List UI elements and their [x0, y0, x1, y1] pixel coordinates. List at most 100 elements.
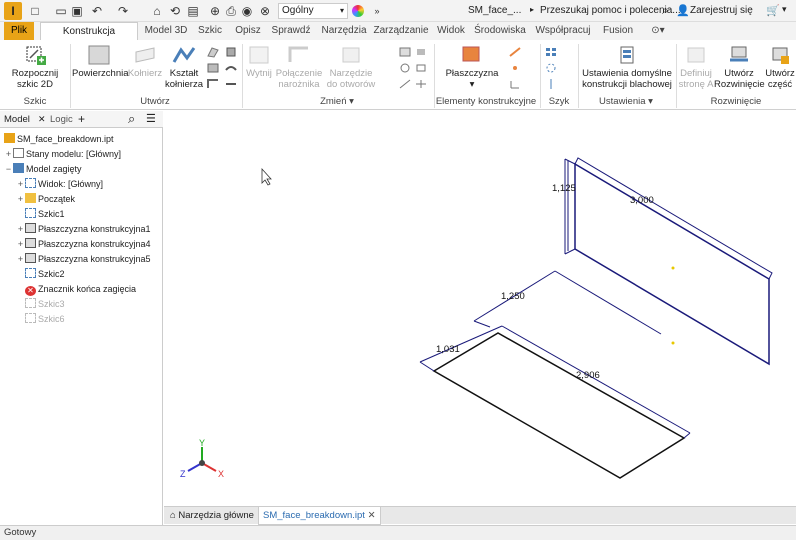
dimension-lower-width[interactable]: 1,031 [436, 344, 460, 355]
tree-item-origin[interactable]: + Początek [16, 193, 75, 207]
unfold-icon[interactable] [224, 78, 238, 90]
tab-logic[interactable]: Logic [50, 114, 73, 125]
tree-item-folded-model[interactable]: − Model zagięty [4, 163, 82, 177]
work-axis-icon[interactable] [508, 46, 522, 58]
rectangular-pattern-icon[interactable] [544, 46, 558, 58]
undo-icon[interactable]: ↶ [90, 4, 104, 18]
mirror-icon[interactable] [544, 78, 558, 90]
tree-item-sketch3[interactable]: Szkic3 [16, 298, 65, 312]
tree-item-sketch6[interactable]: Szkic6 [16, 313, 65, 327]
corner-chamfer-icon[interactable] [398, 78, 412, 90]
measure-icon[interactable]: ⊕ [208, 4, 222, 18]
define-a-side-button[interactable]: Definiuj stronę A [678, 44, 714, 90]
expand-icon[interactable]: + [16, 178, 25, 190]
tab-manage[interactable]: Zarządzanie [372, 22, 430, 40]
work-plane-button[interactable]: Płaszczyzna ▾ [440, 44, 504, 90]
app-logo[interactable]: I [4, 2, 22, 20]
tree-item-sketch2[interactable]: Szkic2 [16, 268, 65, 282]
tab-collaborate[interactable]: Współpracuj [532, 22, 594, 40]
open-file-icon[interactable]: ▭ [54, 4, 68, 18]
lower-face-sketch[interactable] [419, 325, 691, 479]
tree-item-end-of-folded[interactable]: ✕ Znacznik końca zagięcia [16, 283, 136, 297]
tab-sketch[interactable]: Szkic [194, 22, 226, 40]
help-search[interactable]: Przeszukaj pomoc i polecenia... [540, 5, 681, 16]
dimension-upper-length[interactable]: 3,000 [630, 195, 654, 206]
sign-in-link[interactable]: Zarejestruj się [690, 5, 753, 16]
sign-icon[interactable]: ◉ [240, 4, 254, 18]
expand-icon[interactable]: + [16, 253, 25, 265]
update-icon[interactable]: ⟲ [168, 4, 182, 18]
new-file-icon[interactable]: □ [28, 4, 42, 18]
save-icon[interactable]: ▣ [70, 4, 84, 18]
graphics-window[interactable]: 1,125 3,000 1,250 1,031 2,906 Y X Z [164, 111, 796, 506]
tab-tools[interactable]: Narzędzia [318, 22, 370, 40]
tree-item-document[interactable]: SM_face_breakdown.ipt [4, 133, 114, 147]
home-view-icon[interactable]: ⌂ [150, 4, 164, 18]
home-tab[interactable]: ⌂ Narzędzia główne [166, 507, 258, 525]
circular-pattern-icon[interactable] [544, 62, 558, 74]
tab-annotate[interactable]: Opisz [230, 22, 266, 40]
contour-flange-button[interactable]: Kształt kołnierza [164, 44, 204, 90]
lofted-flange-icon[interactable] [206, 46, 220, 58]
view-triad[interactable]: Y X Z [180, 438, 224, 479]
select-icon[interactable]: ▤ [186, 4, 200, 18]
tree-item-view[interactable]: + Widok: [Główny] [16, 178, 103, 192]
close-icon[interactable]: ✕ [38, 114, 46, 125]
tree-item-work-plane5[interactable]: + Płaszczyzna konstrukcyjna5 [16, 253, 151, 267]
tab-3d-model[interactable]: Model 3D [142, 22, 190, 40]
fold-icon[interactable] [224, 46, 238, 58]
cart-icon[interactable]: 🛒 [766, 4, 780, 17]
search-icon[interactable]: ⌕ [128, 111, 135, 127]
more-icon[interactable]: » [370, 4, 384, 18]
dimension-upper-height[interactable]: 1,125 [552, 183, 576, 194]
expand-icon[interactable]: + [16, 193, 25, 205]
tab-sheet-metal[interactable]: Konstrukcja blachowa [40, 22, 138, 55]
rip-icon[interactable] [398, 46, 412, 58]
print-icon[interactable]: ⎙ [224, 4, 238, 18]
delete-face-icon[interactable] [414, 62, 428, 74]
face-button[interactable]: Powierzchnia [72, 44, 129, 79]
expand-icon[interactable]: + [16, 238, 25, 250]
dimension-gap[interactable]: 1,250 [501, 291, 525, 302]
chevron-down-icon[interactable]: ▾ [782, 4, 787, 15]
tab-fusion[interactable]: Fusion [598, 22, 638, 40]
tab-environments[interactable]: Środowiska [472, 22, 528, 40]
group-setup-label[interactable]: Ustawienia ▾ [578, 96, 674, 108]
tree-item-model-states[interactable]: + Stany modelu: [Główny] [4, 148, 121, 162]
add-tab-icon[interactable]: + [78, 112, 85, 126]
redo-icon[interactable]: ↷ [116, 4, 130, 18]
sheet-metal-defaults-button[interactable]: Ustawienia domyślne konstrukcji blachowe… [580, 44, 674, 90]
search-icon[interactable]: ⌕ [662, 3, 669, 18]
thicken-icon[interactable] [414, 46, 428, 58]
expand-icon[interactable]: + [16, 223, 25, 235]
tree-item-work-plane4[interactable]: + Płaszczyzna konstrukcyjna4 [16, 238, 151, 252]
upper-face-sketch[interactable] [564, 157, 773, 366]
create-part-button[interactable]: Utwórz część [764, 44, 796, 90]
corner-round-icon[interactable] [398, 62, 412, 74]
tab-extra[interactable]: ⊙▾ [646, 22, 670, 40]
document-tab[interactable]: SM_face_breakdown.ipt ✕ [258, 507, 381, 525]
create-flat-pattern-button[interactable]: Utwórz Rozwinięcie [714, 44, 765, 90]
work-point-icon[interactable] [508, 62, 522, 74]
collapse-icon[interactable]: − [4, 163, 13, 175]
ucs-icon[interactable] [508, 78, 522, 90]
flange-button[interactable]: Kołnierz [126, 44, 164, 79]
group-modify-label[interactable]: Zmień ▾ [242, 96, 432, 108]
contour-roll-icon[interactable] [206, 62, 220, 74]
tree-item-work-plane1[interactable]: + Płaszczyzna konstrukcyjna1 [16, 223, 151, 237]
menu-icon[interactable]: ☰ [146, 112, 156, 125]
workspace-select[interactable]: Ogólny ▾ [278, 3, 348, 19]
close-circle-icon[interactable]: ⊗ [258, 4, 272, 18]
tab-view[interactable]: Widok [434, 22, 468, 40]
hem-icon[interactable] [206, 78, 220, 90]
close-icon[interactable]: ✕ [368, 510, 376, 521]
split-icon[interactable] [414, 78, 428, 90]
cut-button[interactable]: Wytnij [244, 44, 274, 79]
punch-tool-button[interactable]: Narzędzie do otworów [324, 44, 378, 90]
tab-file[interactable]: Plik [4, 22, 34, 40]
tab-inspect[interactable]: Sprawdź [268, 22, 314, 40]
model-viewport[interactable]: 1,125 3,000 1,250 1,031 2,906 Y X Z [164, 111, 796, 506]
tree-item-sketch1[interactable]: Szkic1 [16, 208, 65, 222]
expand-icon[interactable]: + [4, 148, 13, 160]
bend-icon[interactable] [224, 62, 238, 74]
